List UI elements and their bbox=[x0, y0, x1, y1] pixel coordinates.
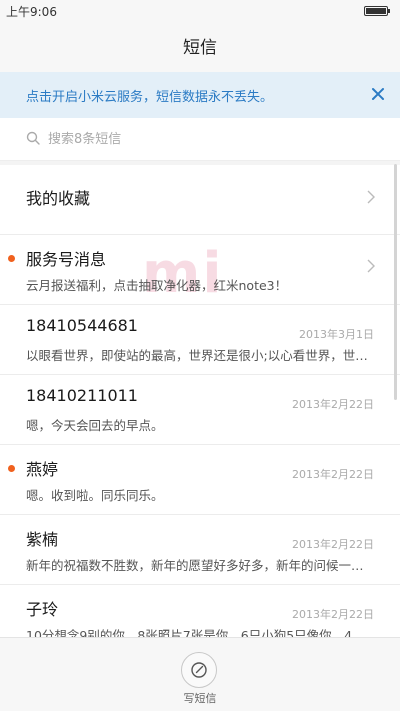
chevron-right-icon bbox=[367, 190, 375, 204]
status-bar: 上午9:06 bbox=[0, 0, 400, 24]
favorites-row[interactable]: 我的收藏 bbox=[0, 165, 400, 235]
conversation-preview: 嗯，今天会回去的早点。 bbox=[26, 418, 164, 433]
conversation-row[interactable]: 紫楠 2013年2月22日 新年的祝福数不胜数，新年的愿望好多好多，新年的问候一… bbox=[0, 515, 400, 585]
conversation-name: 18410211011 bbox=[26, 386, 138, 405]
conversation-row[interactable]: 18410211011 2013年2月22日 嗯，今天会回去的早点。 bbox=[0, 375, 400, 445]
conversation-date: 2013年2月22日 bbox=[292, 608, 374, 621]
conversation-date: 2013年3月1日 bbox=[299, 328, 374, 341]
compose-button[interactable] bbox=[181, 652, 217, 688]
bottom-bar: 写短信 bbox=[0, 637, 400, 711]
unread-dot bbox=[8, 465, 15, 472]
conversation-name: 服务号消息 bbox=[26, 250, 107, 269]
chevron-right-icon bbox=[367, 259, 375, 273]
unread-dot bbox=[8, 255, 15, 262]
conversation-name: 18410544681 bbox=[26, 316, 138, 335]
conversation-name: 紫楠 bbox=[26, 530, 59, 549]
compose-label[interactable]: 写短信 bbox=[0, 690, 400, 706]
conversation-preview: 以眼看世界，即使站的最高，世界还是很小;以心看世界，世界无限大。 bbox=[26, 348, 374, 363]
title-bar: 短信 bbox=[0, 24, 400, 72]
conversation-date: 2013年2月22日 bbox=[292, 398, 374, 411]
conversation-name: 燕婷 bbox=[26, 460, 59, 479]
conversation-preview: 嗯。收到啦。同乐同乐。 bbox=[26, 488, 164, 503]
conversation-row[interactable]: 子玲 2013年2月22日 10分想念9别的你，8张照片7张是你，6只小狗5只像… bbox=[0, 585, 400, 637]
close-icon[interactable] bbox=[370, 86, 386, 102]
conversation-list[interactable]: mi 我的收藏 服务号消息 云月报送福利，点击抽取净化器，红米note3！ 18… bbox=[0, 165, 400, 637]
conversation-row[interactable]: 18410544681 2013年3月1日 以眼看世界，即使站的最高，世界还是很… bbox=[0, 305, 400, 375]
conversation-name: 子玲 bbox=[26, 600, 59, 619]
conversation-date: 2013年2月22日 bbox=[292, 538, 374, 551]
cloud-service-banner[interactable]: 点击开启小米云服务，短信数据永不丢失。 bbox=[0, 72, 400, 118]
search-input[interactable] bbox=[46, 127, 370, 151]
conversation-preview: 云月报送福利，点击抽取净化器，红米note3！ bbox=[26, 278, 288, 293]
page-title: 短信 bbox=[183, 38, 217, 58]
favorites-label: 我的收藏 bbox=[26, 189, 91, 208]
search-bar[interactable] bbox=[0, 118, 400, 161]
search-icon bbox=[26, 131, 40, 145]
status-time: 上午9:06 bbox=[6, 5, 57, 19]
scrollbar-thumb[interactable] bbox=[394, 164, 397, 400]
cloud-banner-text[interactable]: 点击开启小米云服务，短信数据永不丢失。 bbox=[26, 86, 273, 105]
conversation-row[interactable]: 服务号消息 云月报送福利，点击抽取净化器，红米note3！ bbox=[0, 235, 400, 305]
conversation-preview: 10分想念9别的你，8张照片7张是你，6只小狗5只像你，4季3月2次都是你。 bbox=[26, 628, 374, 637]
conversation-preview: 新年的祝福数不胜数，新年的愿望好多好多，新年的问候一声接一声。 bbox=[26, 558, 374, 573]
conversation-date: 2013年2月22日 bbox=[292, 468, 374, 481]
conversation-row[interactable]: 燕婷 2013年2月22日 嗯。收到啦。同乐同乐。 bbox=[0, 445, 400, 515]
compose-icon bbox=[191, 662, 207, 678]
battery-icon bbox=[364, 6, 390, 16]
